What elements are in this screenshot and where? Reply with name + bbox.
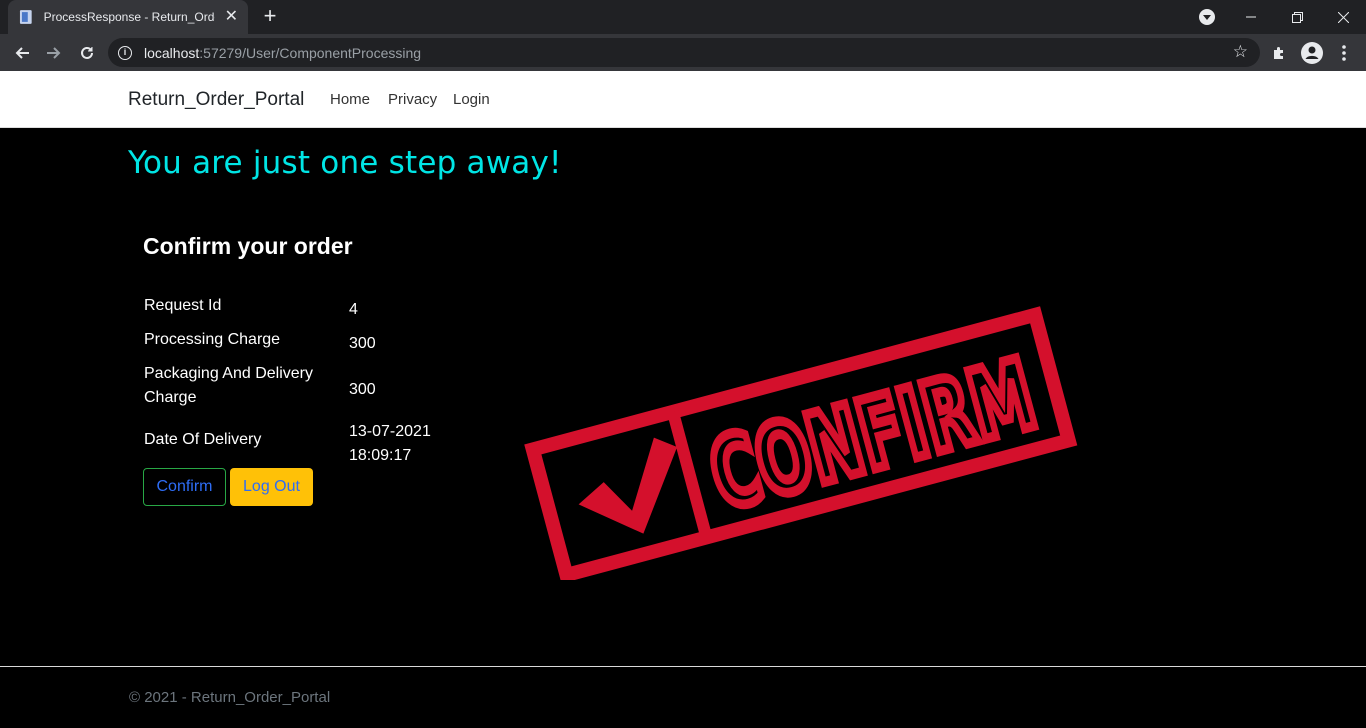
restore-icon[interactable] xyxy=(1274,0,1320,34)
bookmark-star-icon[interactable]: ☆ xyxy=(1233,43,1248,61)
packaging-delivery-label-line2: Charge xyxy=(144,389,197,406)
new-tab-icon[interactable]: + xyxy=(258,5,282,29)
footer-text: © 2021 - Return_Order_Portal xyxy=(129,689,331,706)
tab-title: ProcessResponse - Return_Order xyxy=(43,10,215,24)
confirm-button[interactable]: Confirm xyxy=(143,468,226,506)
hero-heading: You are just one step away! xyxy=(128,145,562,181)
processing-charge-label: Processing Charge xyxy=(144,331,281,348)
brand-link[interactable]: Return_Order_Portal xyxy=(128,89,304,111)
footer-divider xyxy=(0,666,1366,667)
packaging-delivery-value: 300 xyxy=(349,381,376,398)
address-bar[interactable]: i localhost:57279/User/ComponentProcessi… xyxy=(108,38,1260,67)
request-id-label: Request Id xyxy=(144,297,222,314)
page-icon xyxy=(19,10,32,24)
extensions-puzzle-icon[interactable] xyxy=(1268,42,1290,64)
close-window-icon[interactable] xyxy=(1320,0,1366,34)
more-menu-icon[interactable] xyxy=(1333,42,1355,64)
confirm-stamp-image: CONFIRM xyxy=(524,306,1078,580)
back-arrow-icon[interactable] xyxy=(9,40,35,66)
site-info-icon[interactable]: i xyxy=(118,45,132,60)
delivery-date-value: 13-07-2021 xyxy=(349,423,431,440)
request-id-value: 4 xyxy=(349,301,358,318)
tab-search-icon[interactable] xyxy=(1199,9,1215,25)
logout-button[interactable]: Log Out xyxy=(230,468,313,506)
browser-tab[interactable]: ProcessResponse - Return_Order ✕ xyxy=(8,0,248,34)
stamp-text: CONFIRM xyxy=(699,338,1047,532)
reload-icon[interactable] xyxy=(74,40,100,66)
browser-tab-bar: ProcessResponse - Return_Order ✕ + xyxy=(0,0,1366,34)
packaging-delivery-label-line1: Packaging And Delivery xyxy=(144,365,313,382)
site-navbar: Return_Order_Portal Home Privacy Login xyxy=(0,71,1366,128)
date-of-delivery-label: Date Of Delivery xyxy=(144,431,262,448)
nav-login-link[interactable]: Login xyxy=(453,91,490,108)
processing-charge-value: 300 xyxy=(349,335,376,352)
card-title: Confirm your order xyxy=(143,233,353,259)
nav-home-link[interactable]: Home xyxy=(330,91,370,108)
profile-avatar-icon[interactable] xyxy=(1301,42,1323,64)
minimize-icon[interactable] xyxy=(1228,0,1274,34)
url-text: localhost:57279/User/ComponentProcessing xyxy=(144,44,422,61)
nav-privacy-link[interactable]: Privacy xyxy=(388,91,437,108)
delivery-time-value: 18:09:17 xyxy=(349,447,412,464)
browser-toolbar: i localhost:57279/User/ComponentProcessi… xyxy=(0,34,1366,71)
close-tab-icon[interactable]: ✕ xyxy=(225,9,238,25)
forward-arrow-icon[interactable] xyxy=(41,40,67,66)
